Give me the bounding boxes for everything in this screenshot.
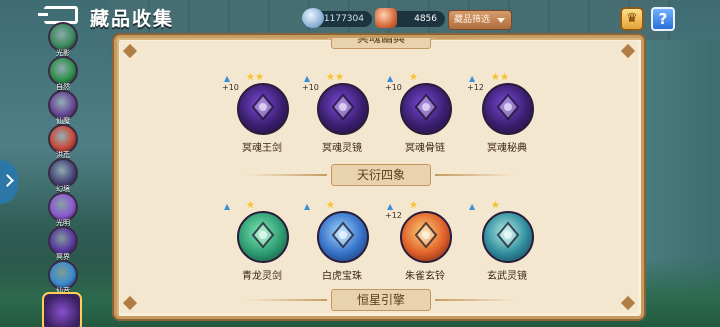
collection-item[interactable]: ▲ +12 ★ 朱雀玄铃 [385, 201, 465, 293]
silver-amount: 1177304 [323, 14, 364, 24]
item-name: 青龙灵剑 [242, 271, 282, 282]
corner-ornament [122, 295, 138, 311]
top-bar: 藏品收集 1177304 4856 藏品筛选 ♛ ? [0, 0, 720, 34]
upgrade-arrow-icon: ▲ [224, 202, 231, 211]
upgrade-arrow-icon: ▲ [469, 202, 476, 211]
section-header-hengxing: 恒星引擎 [247, 289, 445, 311]
collection-item[interactable]: ▲ +12 ★★ 冥魂秘典 [467, 73, 547, 165]
collection-panel: 冥魂幽典 ▲ +10 ★★ 冥魂王剑 ▲ +10 ★★ 冥魂灵镜 ▲ +10 ★ 冥魂骨链 ▲ +12 ★★… [114, 35, 644, 319]
page-title: 藏品收集 [90, 8, 175, 30]
silver-currency: 1177304 [302, 8, 372, 28]
item-level: +10 [302, 83, 319, 92]
item-name: 冥魂王剑 [242, 143, 282, 154]
item-artifact-icon [317, 211, 369, 263]
star-rating: ★ [409, 200, 418, 211]
item-artifact-icon [237, 211, 289, 263]
sidebar-category-icon[interactable] [42, 292, 82, 327]
section-header-tianyan: 天衍四象 [247, 164, 445, 186]
star-rating: ★★ [491, 72, 509, 83]
corner-ornament [620, 43, 636, 59]
item-name: 冥魂灵镜 [322, 143, 362, 154]
star-rating: ★ [409, 72, 418, 83]
item-level: +10 [385, 83, 402, 92]
upgrade-arrow-icon: ▲ [304, 74, 311, 83]
question-icon[interactable]: ? [651, 7, 675, 31]
copper-ore-icon [375, 8, 397, 28]
collection-item[interactable]: ▲ +10 ★★ 冥魂灵镜 [302, 73, 382, 165]
upgrade-arrow-icon: ▲ [224, 74, 231, 83]
chevron-right-icon[interactable] [0, 160, 18, 204]
item-level: +12 [467, 83, 484, 92]
silver-coin-icon [302, 8, 324, 28]
copper-amount: 4856 [414, 14, 437, 24]
collection-item[interactable]: ▲ +10 ★★ 冥魂王剑 [222, 73, 302, 165]
upgrade-arrow-icon: ▲ [387, 74, 394, 83]
item-name: 玄武灵镜 [487, 271, 527, 282]
chevron-down-icon [497, 18, 505, 23]
collection-item[interactable]: ▲ ★ 青龙灵剑 [222, 201, 302, 293]
item-name: 冥魂骨链 [405, 143, 445, 154]
category-sidebar: 光影自然仙魔洪荒幻境光明冥界仙音晋级 [34, 20, 92, 327]
item-level: +12 [385, 211, 402, 220]
crown-icon[interactable]: ♛ [620, 7, 644, 31]
copper-currency: 4856 [375, 8, 445, 28]
item-name: 朱雀玄铃 [405, 271, 445, 282]
item-artifact-icon [482, 83, 534, 135]
star-rating: ★ [246, 200, 255, 211]
collection-item[interactable]: ▲ +10 ★ 冥魂骨链 [385, 73, 465, 165]
collection-item[interactable]: ▲ ★ 白虎宝珠 [302, 201, 382, 293]
star-rating: ★★ [246, 72, 264, 83]
item-artifact-icon [482, 211, 534, 263]
filter-dropdown[interactable]: 藏品筛选 [448, 10, 512, 30]
upgrade-arrow-icon: ▲ [304, 202, 311, 211]
item-name: 冥魂秘典 [487, 143, 527, 154]
item-artifact-icon [317, 83, 369, 135]
item-artifact-icon [400, 83, 452, 135]
upgrade-arrow-icon: ▲ [387, 202, 394, 211]
star-rating: ★★ [326, 72, 344, 83]
item-level: +10 [222, 83, 239, 92]
collection-item[interactable]: ▲ ★ 玄武灵镜 [467, 201, 547, 293]
star-rating: ★ [491, 200, 500, 211]
item-name: 白虎宝珠 [322, 271, 362, 282]
item-artifact-icon [400, 211, 452, 263]
corner-ornament [620, 295, 636, 311]
corner-ornament [122, 43, 138, 59]
upgrade-arrow-icon: ▲ [469, 74, 476, 83]
item-artifact-icon [237, 83, 289, 135]
star-rating: ★ [326, 200, 335, 211]
section-header-top: 冥魂幽典 [247, 38, 445, 49]
filter-label: 藏品筛选 [454, 15, 491, 25]
